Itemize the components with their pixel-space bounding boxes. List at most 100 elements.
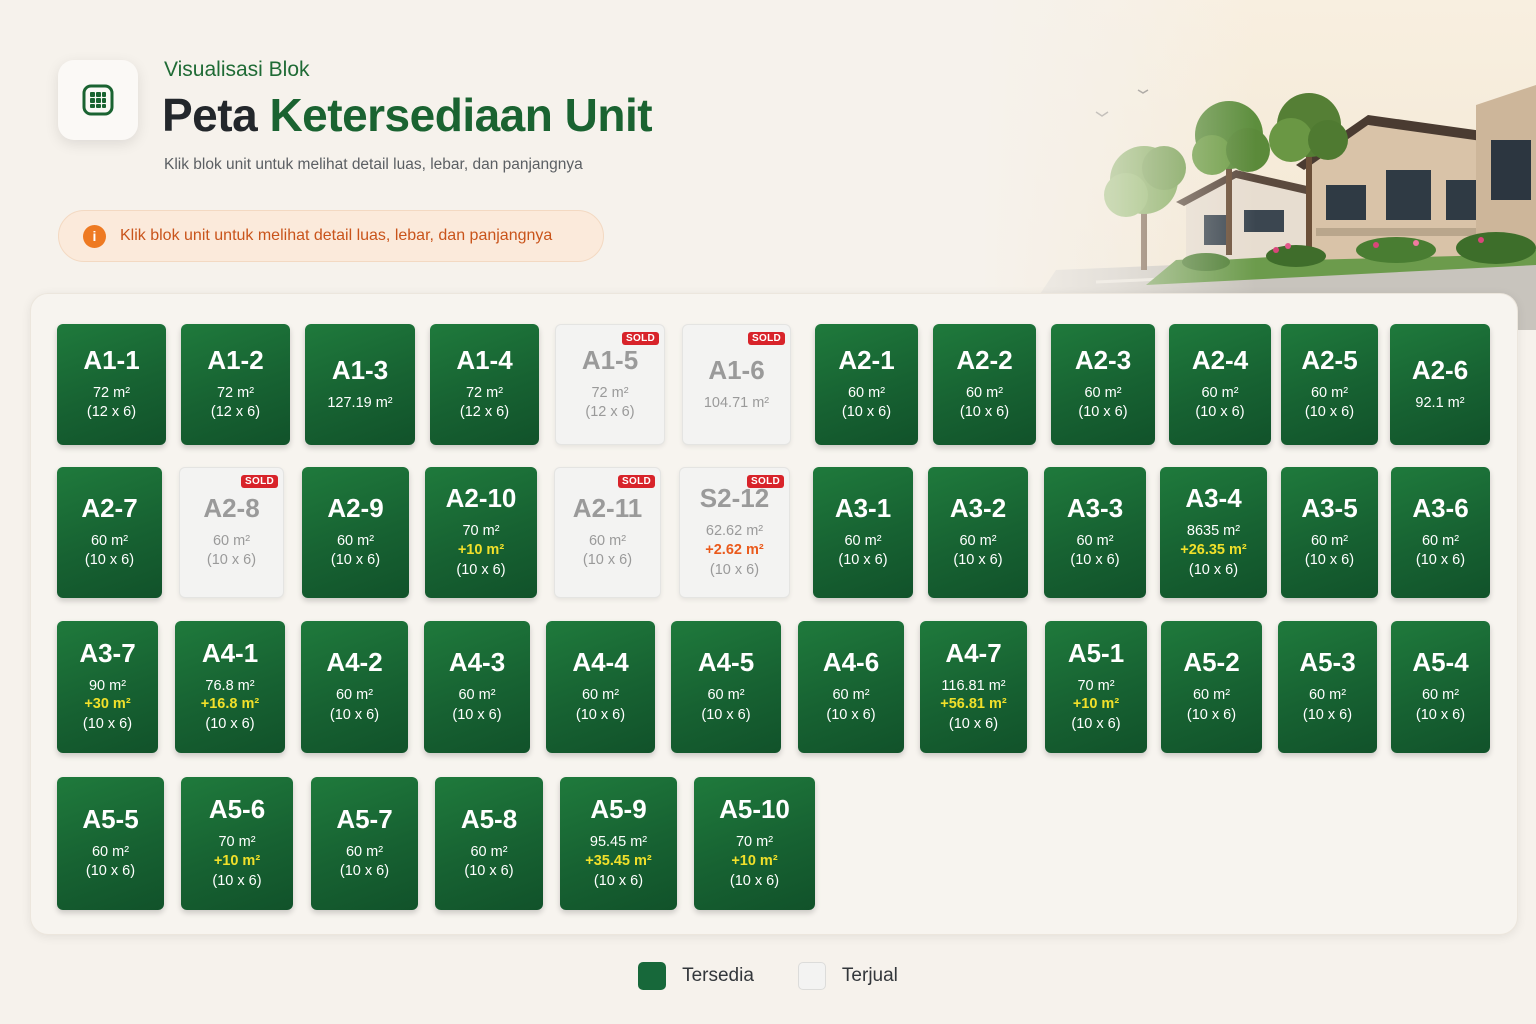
unit-code: A4-3 [448,647,506,678]
unit-block-a5-7[interactable]: A5-7 60 m² (10 x 6) [311,777,418,910]
unit-area: 60 m² [345,843,384,860]
unit-area: 60 m² [844,532,882,549]
unit-dimensions: (10 x 6) [464,863,514,880]
unit-area: 60 m² [335,687,374,704]
unit-dimensions: (10 x 6) [959,404,1010,421]
unit-block-a2-4[interactable]: A2-4 60 m² (10 x 6) [1169,324,1271,445]
sold-badge: SOLD [241,475,278,488]
unit-code: A3-4 [1185,483,1242,514]
unit-code: A1-3 [331,355,389,386]
unit-area: 60 m² [1308,687,1347,704]
unit-dimensions: (10 x 6) [452,706,502,723]
unit-block-a1-5[interactable]: SOLD A1-5 72 m² (12 x 6) [555,324,665,445]
unit-area: 60 m² [959,532,997,549]
unit-block-a1-1[interactable]: A1-1 72 m² (12 x 6) [57,324,166,445]
unit-code: A4-2 [326,647,383,678]
unit-code: A5-3 [1299,647,1356,678]
unit-block-a1-3[interactable]: A1-3 127.19 m² [305,324,415,445]
legend: Tersedia Terjual [0,962,1536,990]
unit-block-a3-3[interactable]: A3-3 60 m² (10 x 6) [1044,467,1146,598]
unit-block-a2-1[interactable]: A2-1 60 m² (10 x 6) [815,324,918,445]
sold-swatch [797,962,826,990]
unit-block-a5-8[interactable]: A5-8 60 m² (10 x 6) [435,777,543,910]
unit-block-a5-3[interactable]: A5-3 60 m² (10 x 6) [1278,621,1377,753]
unit-dimensions: (10 x 6) [575,706,626,723]
unit-code: A2-7 [81,492,138,523]
unit-block-a3-1[interactable]: A3-1 60 m² (10 x 6) [813,467,913,598]
unit-block-a2-7[interactable]: A2-7 60 m² (10 x 6) [57,467,162,598]
unit-block-a2-3[interactable]: A2-3 60 m² (10 x 6) [1051,324,1155,445]
unit-block-s2-12[interactable]: SOLD S2-12 62.62 m² +2.62 m² (10 x 6) [679,467,790,598]
unit-block-a4-2[interactable]: A4-2 60 m² (10 x 6) [301,621,408,753]
sold-badge: SOLD [618,475,655,488]
legend-available-label: Tersedia [682,965,754,986]
unit-area: 127.19 m² [327,395,393,412]
unit-block-a3-5[interactable]: A3-5 60 m² (10 x 6) [1281,467,1378,598]
unit-code: S2-12 [699,483,770,514]
unit-dimensions: (10 x 6) [330,552,381,569]
sold-badge: SOLD [748,332,785,345]
unit-block-a2-5[interactable]: A2-5 60 m² (10 x 6) [1281,324,1378,445]
unit-area: 72 m² [216,384,255,401]
unit-area: 60 m² [1192,687,1231,704]
unit-block-a5-1[interactable]: A5-1 70 m² +10 m² (10 x 6) [1045,621,1147,753]
unit-code: A5-2 [1183,647,1240,678]
info-icon: i [83,224,106,248]
unit-block-a3-7[interactable]: A3-7 90 m² +30 m² (10 x 6) [57,621,158,753]
unit-dimensions: (10 x 6) [339,863,390,880]
unit-code: A1-1 [83,344,140,375]
unit-code: A3-5 [1301,492,1358,523]
unit-dimensions: (10 x 6) [1304,552,1355,569]
unit-code: A4-5 [697,647,755,678]
unit-block-a4-6[interactable]: A4-6 60 m² (10 x 6) [798,621,904,753]
unit-block-a5-2[interactable]: A5-2 60 m² (10 x 6) [1161,621,1262,753]
unit-extra-area: +16.8 m² [200,696,260,713]
unit-block-a4-4[interactable]: A4-4 60 m² (10 x 6) [546,621,655,753]
unit-block-a5-9[interactable]: A5-9 95.45 m² +35.45 m² (10 x 6) [560,777,677,910]
unit-code: A1-6 [708,355,765,386]
unit-dimensions: (10 x 6) [1415,706,1466,723]
unit-block-a4-5[interactable]: A4-5 60 m² (10 x 6) [671,621,781,753]
unit-dimensions: (10 x 6) [729,872,780,889]
unit-dimensions: (10 x 6) [85,863,136,880]
unit-code: A5-7 [336,803,393,834]
unit-block-a5-5[interactable]: A5-5 60 m² (10 x 6) [57,777,164,910]
unit-block-a5-10[interactable]: A5-10 70 m² +10 m² (10 x 6) [694,777,815,910]
unit-dimensions: (10 x 6) [948,716,999,733]
unit-code: A2-10 [445,483,517,514]
unit-block-a1-4[interactable]: A1-4 72 m² (12 x 6) [430,324,539,445]
unit-block-a2-11[interactable]: SOLD A2-11 60 m² (10 x 6) [554,467,661,598]
unit-dimensions: (10 x 6) [826,706,876,723]
unit-block-a4-3[interactable]: A4-3 60 m² (10 x 6) [424,621,530,753]
unit-area: 104.71 m² [703,395,770,412]
unit-block-a4-1[interactable]: A4-1 76.8 m² +16.8 m² (10 x 6) [175,621,285,753]
unit-block-a1-2[interactable]: A1-2 72 m² (12 x 6) [181,324,290,445]
unit-dimensions: (10 x 6) [841,404,892,421]
unit-block-a2-9[interactable]: A2-9 60 m² (10 x 6) [302,467,409,598]
unit-block-a5-6[interactable]: A5-6 70 m² +10 m² (10 x 6) [181,777,293,910]
unit-extra-area: +10 m² [1072,696,1120,713]
unit-code: A2-3 [1074,344,1132,375]
unit-code: A2-1 [838,344,895,375]
unit-extra-area: +10 m² [457,541,505,558]
unit-code: A2-9 [327,492,384,523]
unit-dimensions: (10 x 6) [582,552,633,569]
unit-dimensions: (10 x 6) [82,716,133,733]
unit-block-a5-4[interactable]: A5-4 60 m² (10 x 6) [1391,621,1490,753]
unit-block-a2-6[interactable]: A2-6 92.1 m² [1390,324,1490,445]
unit-area: 76.8 m² [205,677,255,694]
legend-sold-label: Terjual [841,965,898,986]
unit-area: 60 m² [336,532,375,549]
unit-block-a3-2[interactable]: A3-2 60 m² (10 x 6) [928,467,1028,598]
unit-block-a2-2[interactable]: A2-2 60 m² (10 x 6) [933,324,1036,445]
unit-block-a4-7[interactable]: A4-7 116.81 m² +56.81 m² (10 x 6) [920,621,1027,753]
unit-block-a1-6[interactable]: SOLD A1-6 104.71 m² [682,324,791,445]
unit-code: A3-3 [1066,492,1124,523]
unit-block-a3-6[interactable]: A3-6 60 m² (10 x 6) [1391,467,1490,598]
section-eyebrow: Visualisasi Blok [164,58,310,81]
unit-block-a3-4[interactable]: A3-4 8635 m² +26.35 m² (10 x 6) [1160,467,1267,598]
unit-code: A4-6 [822,647,880,678]
unit-area: 60 m² [1421,532,1460,549]
unit-block-a2-10[interactable]: A2-10 70 m² +10 m² (10 x 6) [425,467,537,598]
unit-block-a2-8[interactable]: SOLD A2-8 60 m² (10 x 6) [179,467,284,598]
